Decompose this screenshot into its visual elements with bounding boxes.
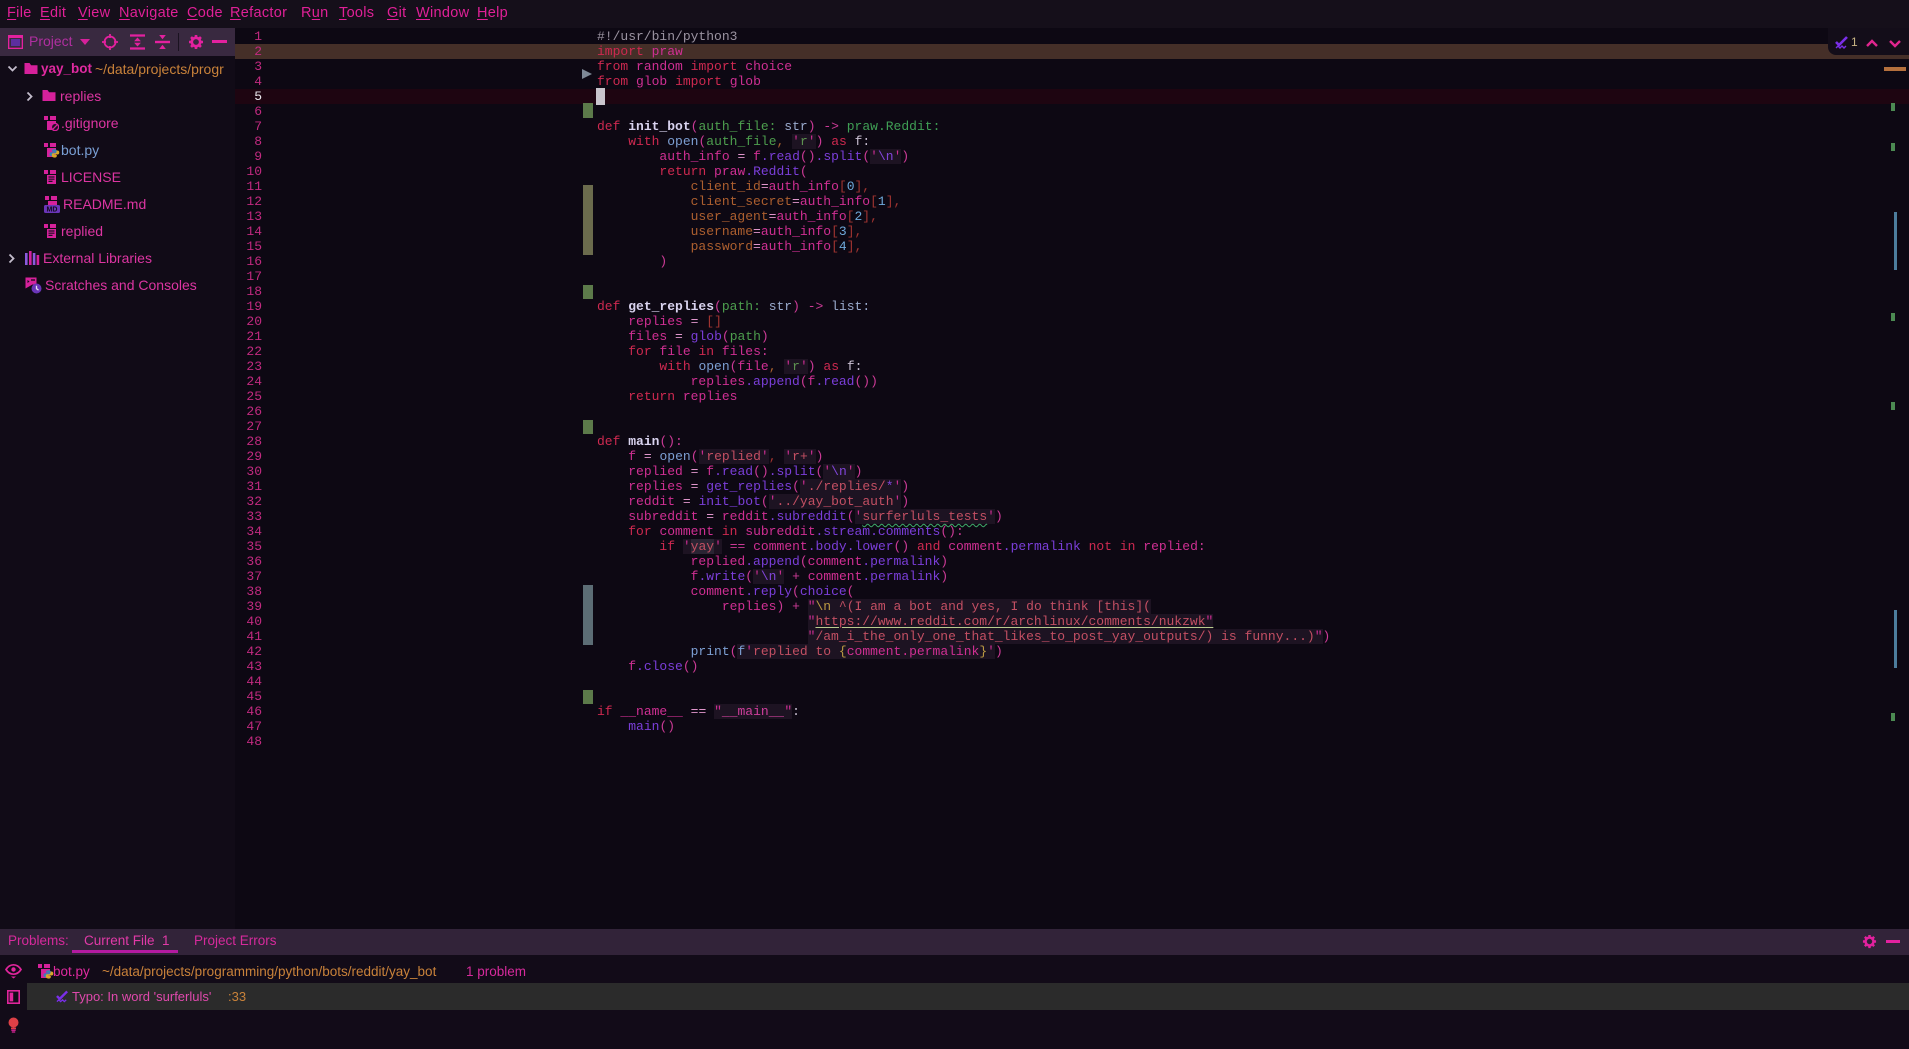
svg-text:MD: MD	[47, 207, 58, 214]
